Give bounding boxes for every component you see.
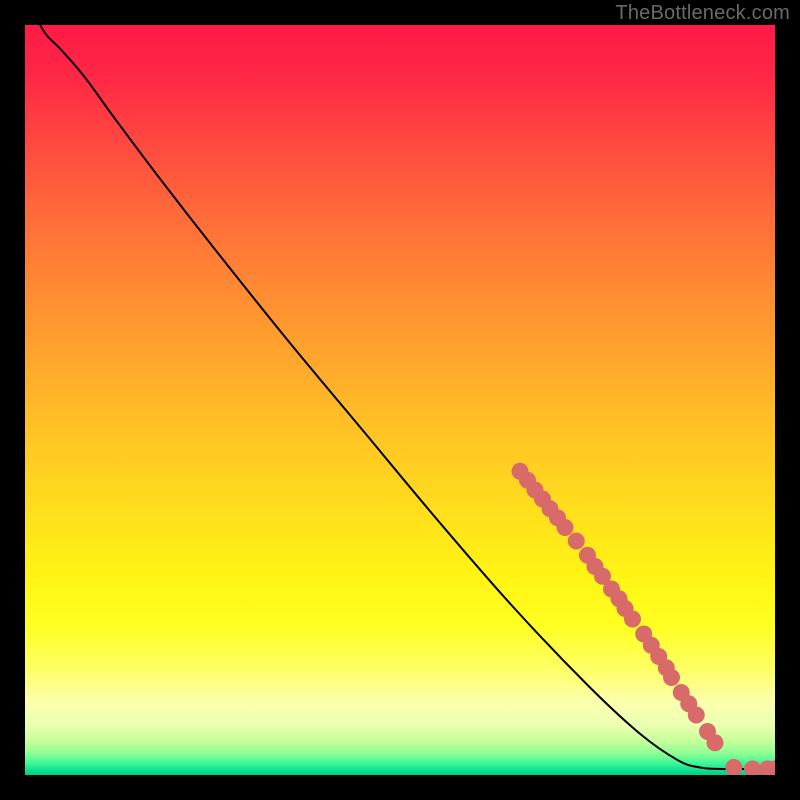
data-marker xyxy=(568,533,585,550)
markers-layer xyxy=(25,25,775,775)
data-marker xyxy=(624,611,641,628)
data-markers xyxy=(512,463,776,775)
plot-area xyxy=(25,25,775,775)
chart-stage: TheBottleneck.com xyxy=(0,0,800,800)
data-marker xyxy=(557,519,574,536)
data-marker xyxy=(663,669,680,686)
data-marker xyxy=(688,707,705,724)
data-marker xyxy=(744,761,761,776)
watermark-text: TheBottleneck.com xyxy=(615,2,790,25)
data-marker xyxy=(725,759,742,775)
data-marker xyxy=(707,734,724,751)
